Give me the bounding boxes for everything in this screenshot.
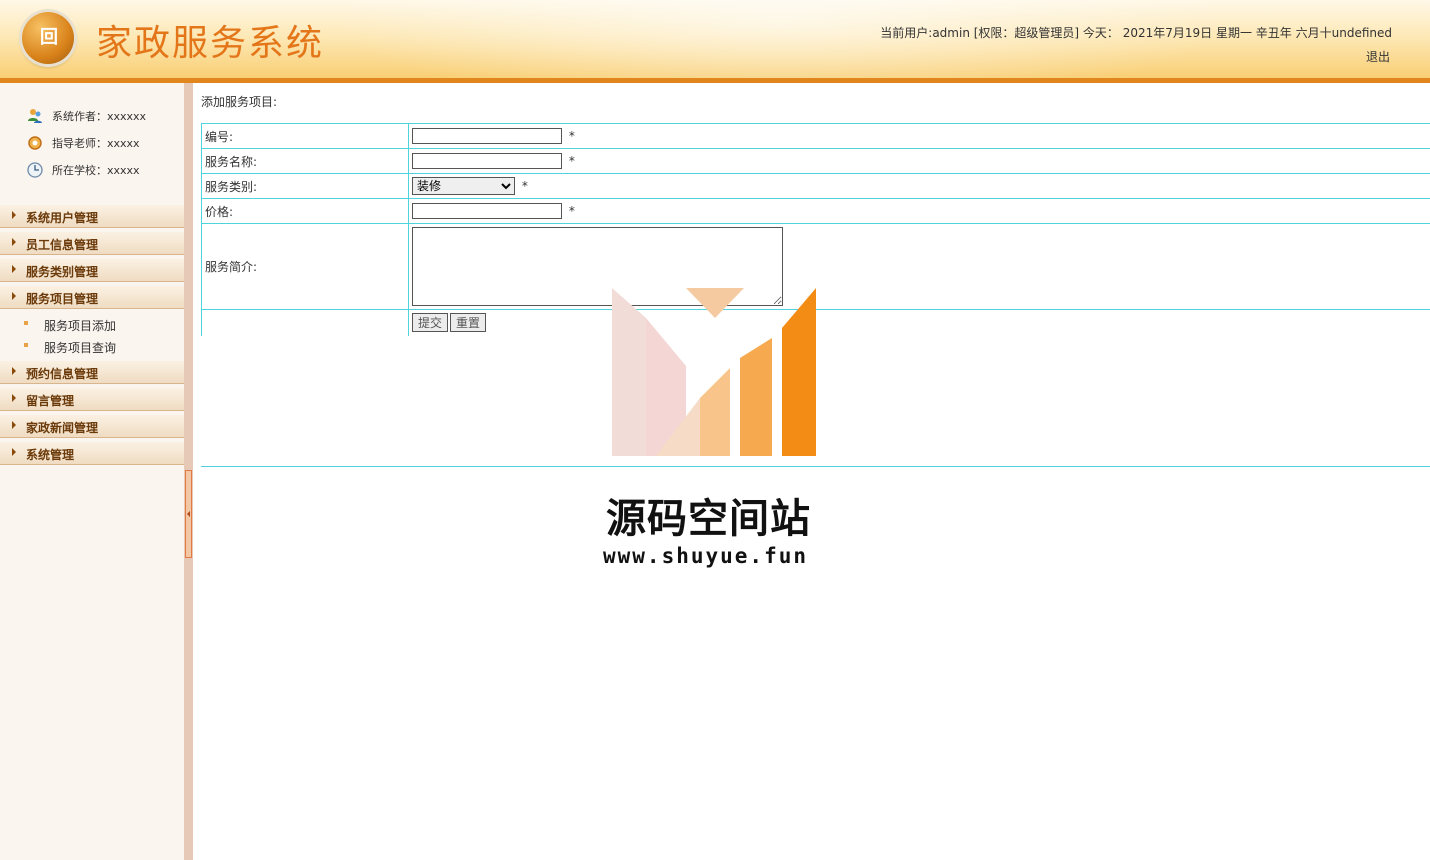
bullet-icon (24, 321, 28, 325)
sidebar-menu: 系统用户管理 员工信息管理 服务类别管理 服务项目管理 服务项目添加 服务项目查… (0, 205, 184, 469)
caret-right-icon (12, 421, 16, 429)
logo-icon: 回 (22, 12, 74, 64)
intro-label: 服务简介: (201, 223, 409, 310)
form-bottom-divider (201, 466, 1430, 467)
form-row-price: 价格: * (201, 198, 1430, 224)
service-name-input[interactable] (412, 153, 562, 169)
name-cell: * (408, 148, 1430, 174)
submenu-service-item-add[interactable]: 服务项目添加 (0, 313, 184, 335)
menu-system-settings[interactable]: 系统管理 (0, 442, 184, 465)
required-mark: * (568, 129, 575, 143)
top-header: 回 家政服务系统 当前用户:admin [权限：超级管理员] 今天： 2021年… (0, 0, 1430, 83)
form-row-code: 编号: * (201, 123, 1430, 149)
watermark-url: www.shuyue.fun (603, 544, 809, 568)
caret-right-icon (12, 367, 16, 375)
teacher-info: 指导老师：xxxxx (26, 134, 140, 152)
caret-right-icon (12, 394, 16, 402)
clock-icon (26, 161, 44, 179)
current-user-info: 当前用户:admin [权限：超级管理员] 今天： 2021年7月19日 星期一… (880, 26, 1392, 40)
menu-system-users[interactable]: 系统用户管理 (0, 205, 184, 228)
code-cell: * (408, 123, 1430, 149)
code-input[interactable] (412, 128, 562, 144)
form-row-category: 服务类别: 装修 * (201, 173, 1430, 199)
app-title: 家政服务系统 (96, 23, 325, 64)
code-label: 编号: (201, 123, 409, 149)
menu-service-item[interactable]: 服务项目管理 (0, 286, 184, 309)
menu-booking-info[interactable]: 预约信息管理 (0, 361, 184, 384)
watermark-logo-icon (612, 288, 816, 456)
author-label: 系统作者：xxxxxx (52, 110, 147, 123)
name-label: 服务名称: (201, 148, 409, 174)
required-mark: * (568, 154, 575, 168)
main-content: 添加服务项目: 编号: * 服务名称: * 服务类别: 装修 * 价格: * 服… (193, 83, 1430, 860)
category-select[interactable]: 装修 (412, 177, 515, 195)
collapse-arrow-icon (187, 511, 190, 517)
category-label: 服务类别: (201, 173, 409, 199)
form-row-name: 服务名称: * (201, 148, 1430, 174)
people-icon (26, 107, 44, 125)
sidebar: 系统作者：xxxxxx 指导老师：xxxxx 所在学校：xxxxx 系统用户管理… (0, 83, 184, 860)
page-title: 添加服务项目: (201, 95, 278, 109)
menu-news[interactable]: 家政新闻管理 (0, 415, 184, 438)
watermark-title: 源码空间站 (606, 496, 811, 542)
collapse-sidebar-toggle[interactable] (185, 470, 192, 558)
required-mark: * (568, 204, 575, 218)
menu-messages[interactable]: 留言管理 (0, 388, 184, 411)
menu-service-category[interactable]: 服务类别管理 (0, 259, 184, 282)
teacher-icon (26, 134, 44, 152)
logout-link[interactable]: 退出 (1366, 48, 1390, 65)
submit-button[interactable]: 提交 (412, 313, 449, 333)
caret-right-icon (12, 292, 16, 300)
empty-cell (201, 309, 409, 336)
caret-right-icon (12, 238, 16, 246)
bullet-icon (24, 343, 28, 347)
buttons-cell: 提交 重置 (408, 309, 1430, 336)
caret-right-icon (12, 265, 16, 273)
price-label: 价格: (201, 198, 409, 224)
price-cell: * (408, 198, 1430, 224)
reset-button[interactable]: 重置 (450, 313, 487, 333)
menu-employee-info[interactable]: 员工信息管理 (0, 232, 184, 255)
category-cell: 装修 * (408, 173, 1430, 199)
intro-cell (408, 223, 1430, 310)
caret-right-icon (12, 448, 16, 456)
author-info: 系统作者：xxxxxx (26, 107, 146, 125)
price-input[interactable] (412, 203, 562, 219)
required-mark: * (521, 179, 528, 193)
teacher-label: 指导老师：xxxxx (52, 137, 140, 150)
school-info: 所在学校：xxxxx (26, 161, 140, 179)
school-label: 所在学校：xxxxx (52, 164, 140, 177)
submenu-service-item-query[interactable]: 服务项目查询 (0, 335, 184, 357)
caret-right-icon (12, 211, 16, 219)
